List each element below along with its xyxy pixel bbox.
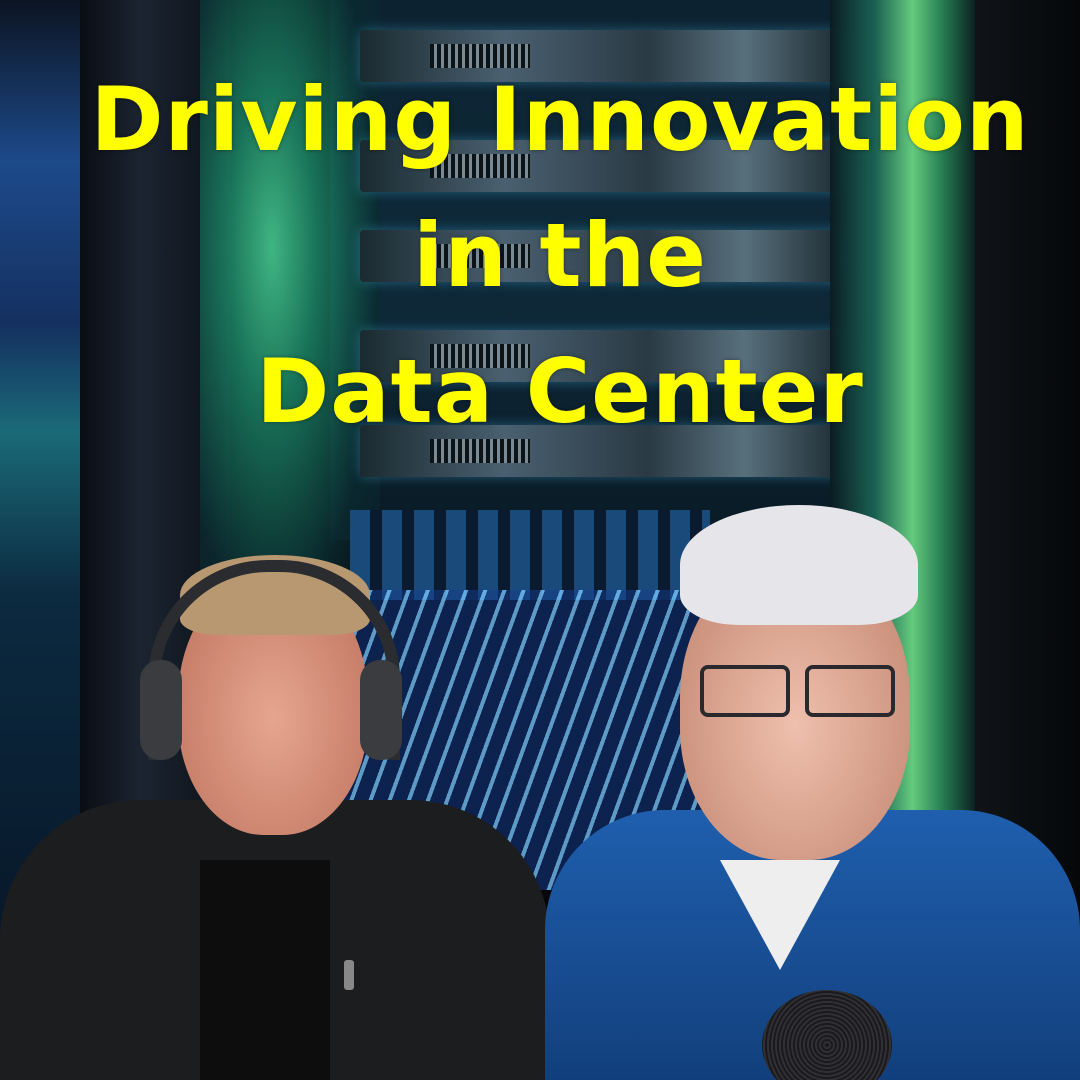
right-host-hair bbox=[680, 505, 918, 625]
title-line-1: Driving Innovation bbox=[90, 68, 1030, 171]
title-line-2: in the bbox=[413, 204, 707, 307]
headphone-cup bbox=[140, 660, 182, 760]
glasses-icon bbox=[700, 665, 790, 717]
episode-title: Driving Innovation in the Data Center bbox=[0, 52, 1080, 460]
left-host-shirt bbox=[200, 860, 330, 1080]
zipper bbox=[344, 960, 354, 990]
network-ports bbox=[350, 510, 710, 600]
headphone-cup bbox=[360, 660, 402, 760]
glasses-icon bbox=[805, 665, 895, 717]
title-line-3: Data Center bbox=[256, 340, 864, 443]
